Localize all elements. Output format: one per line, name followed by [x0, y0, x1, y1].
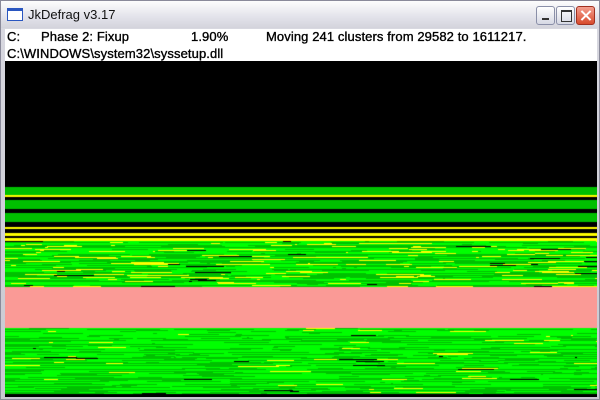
drive-label: C:	[7, 29, 21, 44]
current-file: C:\WINDOWS\system32\syssetup.dll	[7, 46, 224, 61]
status-message: Moving 241 clusters from 29582 to 161121…	[266, 29, 527, 44]
disk-cluster-map	[5, 61, 597, 397]
minimize-button[interactable]	[536, 6, 555, 25]
phase-label: Phase 2: Fixup	[41, 29, 130, 44]
client-area: C: Phase 2: Fixup 1.90% Moving 241 clust…	[5, 29, 597, 397]
title-bar[interactable]: JkDefrag v3.17	[1, 1, 599, 28]
window-title: JkDefrag v3.17	[28, 7, 116, 22]
close-button[interactable]	[576, 6, 595, 25]
app-icon	[7, 8, 23, 21]
percent-label: 1.90%	[191, 29, 229, 44]
app-window: JkDefrag v3.17 C: Phase 2: Fixup 1.90% M…	[0, 0, 600, 400]
maximize-button[interactable]	[556, 6, 575, 25]
